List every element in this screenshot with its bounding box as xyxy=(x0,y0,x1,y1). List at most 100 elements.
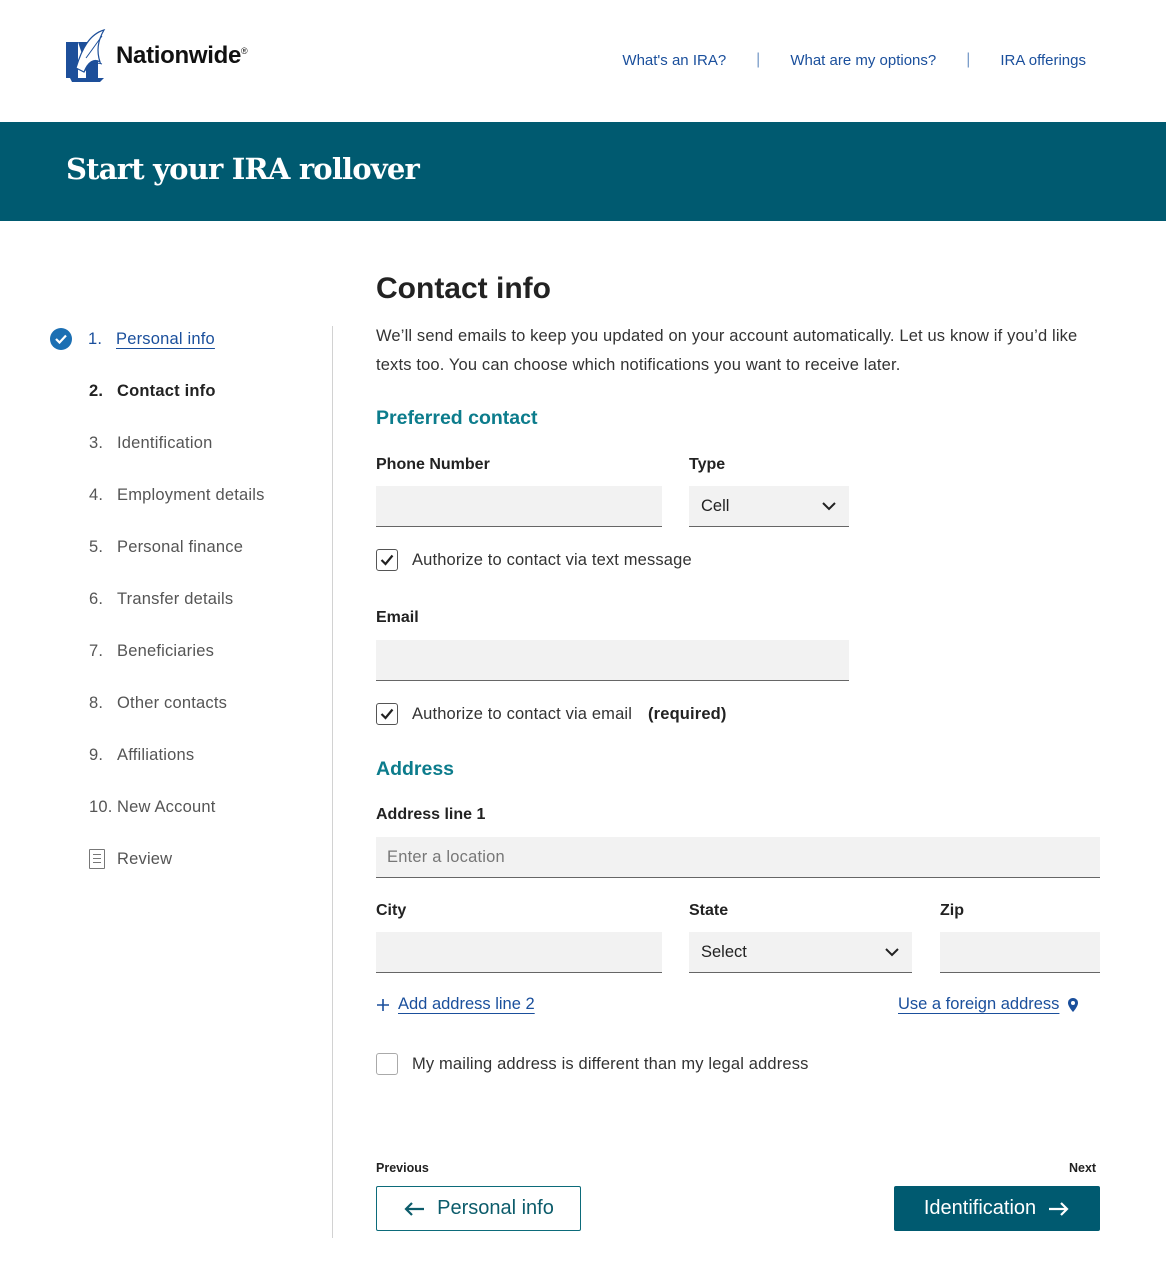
step-label: Employment details xyxy=(117,485,265,504)
sidebar-divider xyxy=(332,326,333,1238)
text-auth-checkbox[interactable] xyxy=(376,549,398,571)
email-auth-label: Authorize to contact via email xyxy=(412,704,633,723)
page-banner: Start your IRA rollover xyxy=(0,122,1166,221)
city-input[interactable] xyxy=(376,932,662,972)
phone-type-label: Type xyxy=(689,456,726,473)
step-identification[interactable]: 3. Identification xyxy=(50,428,212,458)
plus-icon xyxy=(377,998,389,1011)
step-label: Review xyxy=(117,849,173,868)
previous-caption: Previous xyxy=(376,1161,429,1175)
nav-link-whats-an-ira[interactable]: What's an IRA? xyxy=(622,52,726,69)
intro-text: We’ll send emails to keep you updated on… xyxy=(376,327,1078,374)
nav-separator: | xyxy=(756,51,761,68)
state-label: State xyxy=(689,902,729,919)
step-contact-info[interactable]: 2. Contact info xyxy=(50,376,216,406)
top-nav: What's an IRA? | What are my options? | … xyxy=(622,51,1086,69)
step-label: Contact info xyxy=(117,381,216,400)
city-field[interactable] xyxy=(376,932,662,973)
text-auth-row: Authorize to contact via text message xyxy=(376,549,692,571)
zip-label: Zip xyxy=(940,902,964,919)
nationwide-logo[interactable]: Nationwide® xyxy=(64,28,248,84)
text-auth-label: Authorize to contact via text message xyxy=(412,550,692,569)
step-personal-info[interactable]: 1. Personal info xyxy=(50,324,215,354)
previous-button[interactable]: Personal info xyxy=(376,1186,581,1231)
mailing-diff-checkbox[interactable] xyxy=(376,1053,398,1075)
step-affiliations[interactable]: 9. Affiliations xyxy=(50,740,194,770)
next-button[interactable]: Identification xyxy=(894,1186,1100,1231)
step-label: Identification xyxy=(117,433,213,452)
address-line1-label: Address line 1 xyxy=(376,806,486,823)
step-number: 3. xyxy=(89,433,104,452)
address-line1-field[interactable] xyxy=(376,837,1100,878)
phone-number-label: Phone Number xyxy=(376,456,490,473)
checkmark-icon xyxy=(380,554,394,566)
step-review[interactable]: Review xyxy=(50,844,172,874)
add-address-line2-link[interactable]: Add address line 2 xyxy=(376,995,535,1014)
email-auth-row: Authorize to contact via email (required… xyxy=(376,703,727,725)
nav-link-ira-offerings[interactable]: IRA offerings xyxy=(1000,52,1086,69)
arrow-left-icon xyxy=(404,1201,425,1216)
step-transfer-details[interactable]: 6. Transfer details xyxy=(50,584,233,614)
step-personal-finance[interactable]: 5. Personal finance xyxy=(50,532,243,562)
phone-number-field[interactable] xyxy=(376,486,662,527)
step-label: Personal info xyxy=(116,329,215,348)
step-number: 6. xyxy=(89,589,104,608)
step-number: 2. xyxy=(89,381,104,400)
next-button-label: Identification xyxy=(923,1197,1037,1219)
state-select[interactable]: Select xyxy=(689,932,912,973)
add-address-line2-label: Add address line 2 xyxy=(398,995,535,1013)
document-icon xyxy=(89,849,105,869)
step-employment-details[interactable]: 4. Employment details xyxy=(50,480,265,510)
page-title: Start your IRA rollover xyxy=(66,152,420,186)
step-number: 7. xyxy=(89,641,104,660)
address-heading: Address xyxy=(376,758,455,780)
city-label: City xyxy=(376,902,407,919)
step-beneficiaries[interactable]: 7. Beneficiaries xyxy=(50,636,214,666)
foreign-address-label: Use a foreign address xyxy=(898,995,1060,1013)
email-input[interactable] xyxy=(376,640,849,680)
step-number: 9. xyxy=(89,745,104,764)
check-circle-icon xyxy=(50,328,72,350)
foreign-address-link[interactable]: Use a foreign address xyxy=(898,995,1079,1014)
step-label: Affiliations xyxy=(117,745,195,764)
nav-separator: | xyxy=(966,51,971,68)
step-number: 4. xyxy=(89,485,104,504)
step-number: 10. xyxy=(89,797,113,816)
step-new-account[interactable]: 10. New Account xyxy=(50,792,216,822)
nav-link-options[interactable]: What are my options? xyxy=(790,52,936,69)
eagle-logo-icon xyxy=(64,28,110,84)
brand-name: Nationwide® xyxy=(116,42,248,69)
step-number: 8. xyxy=(89,693,104,712)
step-number: 5. xyxy=(89,537,104,556)
step-label: Transfer details xyxy=(117,589,234,608)
zip-field[interactable] xyxy=(940,932,1100,973)
step-number: 1. xyxy=(88,329,103,348)
email-label: Email xyxy=(376,609,419,626)
mailing-diff-label: My mailing address is different than my … xyxy=(412,1054,809,1073)
state-value: Select xyxy=(701,942,747,961)
step-label: Personal finance xyxy=(117,537,244,556)
arrow-right-icon xyxy=(1049,1201,1069,1216)
step-other-contacts[interactable]: 8. Other contacts xyxy=(50,688,227,718)
email-auth-checkbox[interactable] xyxy=(376,703,398,725)
checkmark-icon xyxy=(380,708,394,720)
chevron-down-icon xyxy=(885,948,899,957)
address-line1-input[interactable] xyxy=(376,837,1100,877)
step-label: Other contacts xyxy=(117,693,228,712)
step-label: New Account xyxy=(117,797,216,816)
top-header: Nationwide® What's an IRA? | What are my… xyxy=(0,0,1166,122)
chevron-down-icon xyxy=(822,502,836,511)
email-field[interactable] xyxy=(376,640,849,681)
required-note: (required) xyxy=(648,704,727,723)
phone-type-value: Cell xyxy=(701,496,730,515)
mailing-diff-row: My mailing address is different than my … xyxy=(376,1053,809,1075)
phone-number-input[interactable] xyxy=(376,486,662,526)
preferred-contact-heading: Preferred contact xyxy=(376,407,538,429)
zip-input[interactable] xyxy=(940,932,1100,972)
section-title: Contact info xyxy=(376,272,551,305)
phone-type-select[interactable]: Cell xyxy=(689,486,849,527)
location-pin-icon xyxy=(1068,997,1079,1012)
next-caption: Next xyxy=(1069,1161,1097,1175)
step-label: Beneficiaries xyxy=(117,641,215,660)
previous-button-label: Personal info xyxy=(437,1197,554,1219)
